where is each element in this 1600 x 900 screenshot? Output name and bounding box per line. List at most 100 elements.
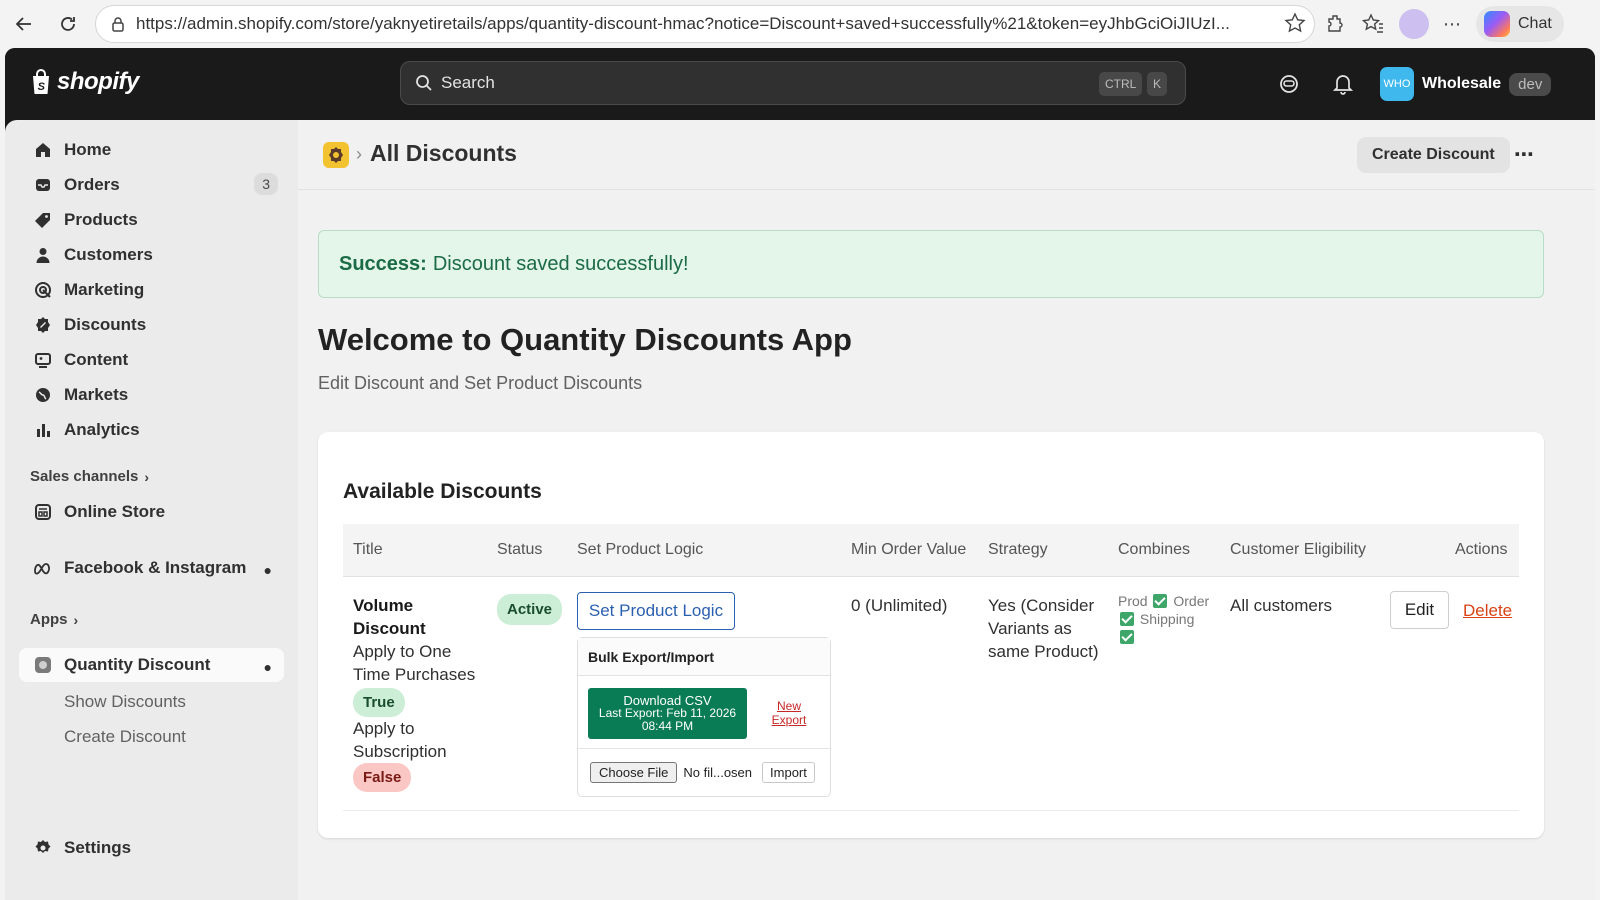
- store-switcher[interactable]: WHO Wholesale dev: [1380, 67, 1552, 101]
- shopify-logo[interactable]: S shopify: [29, 68, 139, 96]
- search-input[interactable]: Search CTRL K: [400, 61, 1186, 105]
- card-title: Available Discounts: [343, 480, 542, 503]
- welcome-subtitle: Edit Discount and Set Product Discounts: [318, 373, 643, 393]
- sidebar-item-marketing[interactable]: Marketing: [19, 273, 284, 307]
- sidebar-item-content[interactable]: Content: [19, 343, 284, 377]
- banner-prefix: Success:: [339, 252, 427, 275]
- extensions-icon[interactable]: [1325, 13, 1347, 35]
- bulk-title: Bulk Export/Import: [578, 638, 830, 676]
- sidebar-item-label: Settings: [64, 838, 132, 857]
- more-actions-icon[interactable]: ⋯: [1514, 142, 1535, 167]
- person-icon: [33, 245, 53, 265]
- new-export-link[interactable]: New Export: [764, 699, 814, 727]
- bulk-export-import-panel: Bulk Export/Import Download CSV Last Exp…: [577, 637, 831, 797]
- import-button[interactable]: Import: [762, 762, 815, 783]
- search-icon: [416, 75, 432, 91]
- column-header: Combines: [1118, 541, 1191, 558]
- meta-icon: [33, 558, 53, 578]
- sidebar-item-orders[interactable]: Orders 3: [19, 168, 284, 202]
- store-avatar: WHO: [1380, 67, 1414, 101]
- favorites-icon[interactable]: [1361, 12, 1385, 36]
- quantity-discount-app-icon: [33, 655, 53, 675]
- sidebar-item-home[interactable]: Home: [19, 133, 284, 167]
- sidebar-item-settings[interactable]: Settings: [19, 831, 284, 865]
- combines-prod-label: Prod: [1118, 593, 1148, 609]
- column-header: Strategy: [988, 541, 1048, 558]
- sidekick-icon[interactable]: [1277, 72, 1301, 96]
- orders-count-badge: 3: [254, 173, 278, 195]
- choose-file-button[interactable]: Choose File: [590, 762, 678, 783]
- store-icon: [33, 502, 53, 522]
- pin-dot-icon: ●: [263, 659, 272, 675]
- status-cell: Active: [497, 594, 563, 625]
- profile-avatar[interactable]: [1399, 9, 1429, 39]
- sidebar-item-facebook-instagram[interactable]: Facebook & Instagram ●: [19, 551, 284, 585]
- checkbox-checked-icon: [1120, 630, 1134, 644]
- notifications-bell-icon[interactable]: [1331, 72, 1355, 96]
- sidebar-item-label: Marketing: [64, 280, 145, 299]
- chat-button[interactable]: Chat: [1476, 6, 1564, 42]
- app-logo-icon[interactable]: [323, 142, 349, 168]
- page-title: All Discounts: [370, 140, 517, 166]
- store-name: Wholesale: [1422, 75, 1502, 92]
- sidebar-item-products[interactable]: Products: [19, 203, 284, 237]
- sidebar: Home Orders 3 Products Customers Marketi…: [5, 120, 298, 900]
- browser-menu-icon[interactable]: ⋯: [1443, 14, 1462, 35]
- sales-channels-heading[interactable]: Sales channels ›: [30, 468, 149, 485]
- sidebar-item-label: Analytics: [64, 420, 140, 439]
- reload-icon[interactable]: [50, 6, 86, 42]
- apps-heading[interactable]: Apps ›: [30, 611, 78, 628]
- breadcrumb-separator-icon: ›: [356, 144, 362, 164]
- sidebar-item-discounts[interactable]: Discounts: [19, 308, 284, 342]
- chevron-right-icon: ›: [144, 468, 150, 485]
- download-csv-button[interactable]: Download CSV Last Export: Feb 11, 2026 0…: [588, 688, 747, 739]
- sidebar-item-label: Products: [64, 210, 138, 229]
- page-header: › All Discounts Create Discount ⋯: [298, 120, 1595, 190]
- sidebar-subitem-create-discount[interactable]: Create Discount: [64, 727, 186, 747]
- target-icon: [33, 280, 53, 300]
- combines-shipping-label: Shipping: [1139, 611, 1195, 627]
- banner-message: Discount saved successfully!: [432, 252, 689, 275]
- sidebar-item-online-store[interactable]: Online Store: [19, 495, 284, 529]
- delete-link[interactable]: Delete: [1463, 601, 1512, 621]
- logo-text: shopify: [57, 68, 139, 95]
- column-header: Status: [497, 541, 543, 558]
- checkbox-checked-icon: [1153, 594, 1168, 608]
- subscription-label: Apply to Subscription: [353, 719, 447, 761]
- discounts-card: Available Discounts Title Status Set Pro…: [318, 432, 1544, 838]
- gear-icon: [33, 838, 53, 858]
- set-product-logic-button[interactable]: Set Product Logic: [577, 592, 735, 630]
- one-time-badge: True: [353, 688, 405, 717]
- address-bar[interactable]: https://admin.shopify.com/store/yaknyeti…: [95, 5, 1315, 43]
- last-export-text: Last Export: Feb 11, 2026 08:44 PM: [598, 706, 737, 733]
- sidebar-item-label: Orders: [64, 175, 120, 194]
- sidebar-item-quantity-discount[interactable]: Quantity Discount ●: [19, 648, 284, 682]
- pin-dot-icon: ●: [263, 562, 272, 578]
- customer-eligibility-value: All customers: [1230, 596, 1333, 615]
- back-icon[interactable]: [6, 6, 42, 42]
- status-badge: Active: [497, 594, 563, 625]
- discount-title-cell: Volume Discount Apply to One Time Purcha…: [353, 594, 483, 792]
- url-text: https://admin.shopify.com/store/yaknyeti…: [136, 14, 1230, 33]
- sidebar-item-analytics[interactable]: Analytics: [19, 413, 284, 447]
- favorite-star-icon[interactable]: [1284, 12, 1306, 34]
- sidebar-item-customers[interactable]: Customers: [19, 238, 284, 272]
- bar-chart-icon: [33, 420, 53, 440]
- inbox-icon: [33, 175, 53, 195]
- edit-button[interactable]: Edit: [1390, 591, 1449, 629]
- column-header: Min Order Value: [851, 541, 967, 558]
- row-divider: [343, 810, 1519, 811]
- chevron-right-icon: ›: [73, 611, 79, 628]
- sidebar-item-label: Customers: [64, 245, 153, 264]
- admin-topbar: S shopify Search CTRL K WHO Wholesale de…: [5, 48, 1595, 120]
- table-header: Title Status Set Product Logic Min Order…: [343, 524, 1519, 577]
- create-discount-button[interactable]: Create Discount: [1357, 137, 1510, 173]
- column-header: Title: [353, 541, 383, 558]
- sidebar-item-markets[interactable]: Markets: [19, 378, 284, 412]
- sidebar-subitem-show-discounts[interactable]: Show Discounts: [64, 692, 186, 712]
- shopify-admin: S shopify Search CTRL K WHO Wholesale de…: [5, 48, 1595, 900]
- sidebar-item-label: Quantity Discount: [64, 655, 211, 674]
- sidebar-item-label: Markets: [64, 385, 129, 404]
- content-icon: [33, 350, 53, 370]
- dev-badge: dev: [1509, 72, 1552, 96]
